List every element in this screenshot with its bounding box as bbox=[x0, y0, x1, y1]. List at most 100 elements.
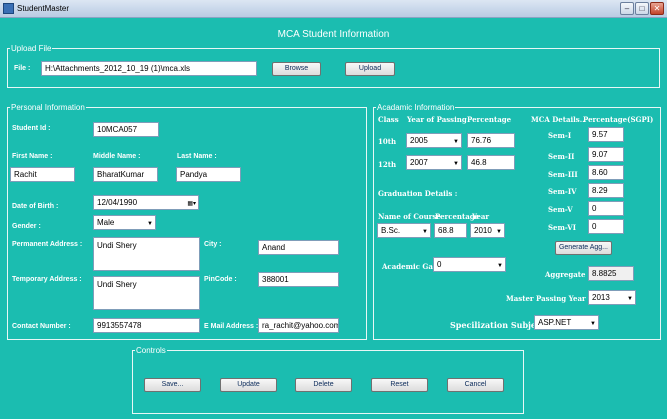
specialization-label: Specilization Subject bbox=[450, 320, 545, 330]
year-10th-select[interactable]: 2005 ▼ bbox=[406, 133, 462, 148]
calendar-dropdown-icon[interactable]: ▦▾ bbox=[187, 199, 196, 209]
city-field[interactable]: Anand bbox=[258, 240, 339, 255]
grad-year-value: 2010 bbox=[474, 226, 492, 235]
sem-label: Sem-I bbox=[548, 131, 572, 140]
last-name-field[interactable]: Pandya bbox=[176, 167, 241, 182]
middle-name-label: Middle Name : bbox=[93, 153, 141, 160]
gender-select[interactable]: Male ▼ bbox=[93, 215, 156, 230]
chevron-down-icon: ▼ bbox=[453, 161, 459, 167]
percentage-12th-field[interactable]: 46.8 bbox=[467, 155, 515, 170]
delete-button[interactable]: Delete bbox=[295, 378, 352, 392]
year-12th-value: 2007 bbox=[410, 158, 428, 167]
percentage-header: Percentage bbox=[467, 115, 512, 124]
sem-label: Sem-V bbox=[548, 205, 573, 214]
academic-gap-value: 0 bbox=[437, 260, 442, 269]
dob-label: Date of Birth : bbox=[12, 203, 59, 210]
academic-gap-select[interactable]: 0 ▼ bbox=[433, 257, 506, 272]
course-select[interactable]: B.Sc. ▼ bbox=[377, 223, 431, 238]
last-name-label: Last Name : bbox=[177, 153, 217, 160]
student-id-label: Student Id : bbox=[12, 125, 51, 132]
master-passing-year-label: Master Passing Year : bbox=[506, 294, 591, 303]
pincode-field[interactable]: 388001 bbox=[258, 272, 339, 287]
chevron-down-icon: ▼ bbox=[422, 229, 428, 235]
sem-2-field[interactable]: 9.07 bbox=[588, 147, 624, 162]
master-year-value: 2013 bbox=[592, 293, 610, 302]
upload-file-legend: Upload File bbox=[11, 44, 52, 53]
temporary-address-field[interactable]: Undi Shery bbox=[93, 276, 200, 310]
maximize-button[interactable]: □ bbox=[635, 2, 649, 15]
mca-details-header: MCA Details.. bbox=[531, 115, 585, 124]
sem-1-field[interactable]: 9.57 bbox=[588, 127, 624, 142]
sem-6-field[interactable]: 0 bbox=[588, 219, 624, 234]
class-10th-label: 10th bbox=[378, 137, 397, 146]
chevron-down-icon: ▼ bbox=[147, 221, 153, 227]
specialization-select[interactable]: ASP.NET ▼ bbox=[534, 315, 599, 330]
sem-label: Sem-IV bbox=[548, 187, 577, 196]
sem-label: Sem-VI bbox=[548, 223, 577, 232]
year-of-passing-header: Year of Passing bbox=[407, 115, 467, 124]
gender-value: Male bbox=[97, 218, 115, 227]
first-name-field[interactable]: Rachit bbox=[10, 167, 75, 182]
master-year-select[interactable]: 2013 ▼ bbox=[588, 290, 636, 305]
permanent-address-field[interactable]: Undi Shery bbox=[93, 237, 200, 271]
chevron-down-icon: ▼ bbox=[627, 296, 633, 302]
window-titlebar[interactable] bbox=[0, 0, 667, 18]
save-button[interactable]: Save... bbox=[144, 378, 201, 392]
app-icon bbox=[3, 3, 14, 14]
cancel-button[interactable]: Cancel bbox=[447, 378, 504, 392]
email-label: E Mail Address : bbox=[204, 323, 259, 330]
minimize-button[interactable]: – bbox=[620, 2, 634, 15]
academic-info-legend: Acadamic Information bbox=[377, 103, 455, 112]
close-button[interactable]: ✕ bbox=[650, 2, 664, 15]
class-header: Class bbox=[378, 115, 399, 124]
reset-button[interactable]: Reset bbox=[371, 378, 428, 392]
controls-legend: Controls bbox=[136, 346, 166, 355]
dob-value: 12/04/1990 bbox=[97, 198, 138, 207]
sem-5-field[interactable]: 0 bbox=[588, 201, 624, 216]
gender-label: Gender : bbox=[12, 223, 41, 230]
student-id-field[interactable]: 10MCA057 bbox=[93, 122, 159, 137]
course-value: B.Sc. bbox=[381, 226, 401, 235]
email-field[interactable]: ra_rachit@yahoo.com bbox=[258, 318, 339, 333]
year-10th-value: 2005 bbox=[410, 136, 428, 145]
contact-number-field[interactable]: 9913557478 bbox=[93, 318, 200, 333]
permanent-address-label: Permanent Address : bbox=[12, 241, 83, 248]
percentage-10th-field[interactable]: 76.76 bbox=[467, 133, 515, 148]
sem-3-field[interactable]: 8.60 bbox=[588, 165, 624, 180]
specialization-value: ASP.NET bbox=[538, 318, 572, 327]
class-12th-label: 12th bbox=[378, 160, 397, 169]
update-button[interactable]: Update bbox=[220, 378, 277, 392]
year-12th-select[interactable]: 2007 ▼ bbox=[406, 155, 462, 170]
academic-gap-label: Academic Gap bbox=[382, 262, 438, 271]
sem-label: Sem-III bbox=[548, 170, 578, 179]
chevron-down-icon: ▼ bbox=[496, 229, 502, 235]
chevron-down-icon: ▼ bbox=[497, 263, 503, 269]
form-title: MCA Student Information bbox=[277, 29, 390, 40]
pincode-label: PinCode : bbox=[204, 276, 237, 283]
file-path-input[interactable]: H:\Attachments_2012_10_19 (1)\mca.xls bbox=[41, 61, 257, 76]
city-label: City : bbox=[204, 241, 222, 248]
aggregate-value: 8.8825 bbox=[588, 266, 634, 281]
sgpi-header: Percentage(SGPI) bbox=[583, 115, 654, 124]
sem-4-field[interactable]: 8.29 bbox=[588, 183, 624, 198]
upload-button[interactable]: Upload bbox=[345, 62, 395, 76]
generate-aggregate-button[interactable]: Generate Agg... bbox=[555, 241, 612, 255]
grad-year-header: Year bbox=[472, 212, 490, 221]
middle-name-field[interactable]: BharatKumar bbox=[93, 167, 158, 182]
first-name-label: First Name : bbox=[12, 153, 53, 160]
grad-year-select[interactable]: 2010 ▼ bbox=[470, 223, 505, 238]
sem-label: Sem-II bbox=[548, 152, 575, 161]
browse-button[interactable]: Browse bbox=[272, 62, 321, 76]
temporary-address-label: Temporary Address : bbox=[12, 276, 82, 283]
contact-number-label: Contact Number : bbox=[12, 323, 71, 330]
chevron-down-icon: ▼ bbox=[453, 139, 459, 145]
file-label: File : bbox=[14, 65, 31, 72]
graduation-details-label: Graduation Details : bbox=[378, 189, 458, 198]
dob-picker[interactable]: 12/04/1990 ▦▾ bbox=[93, 195, 199, 210]
course-name-header: Name of Course bbox=[378, 212, 441, 221]
window-title: StudentMaster bbox=[17, 4, 70, 13]
grad-percentage-field[interactable]: 68.8 bbox=[434, 223, 467, 238]
aggregate-label: Aggregate : bbox=[545, 270, 591, 279]
personal-info-legend: Personal Information bbox=[11, 103, 85, 112]
chevron-down-icon: ▼ bbox=[590, 321, 596, 327]
